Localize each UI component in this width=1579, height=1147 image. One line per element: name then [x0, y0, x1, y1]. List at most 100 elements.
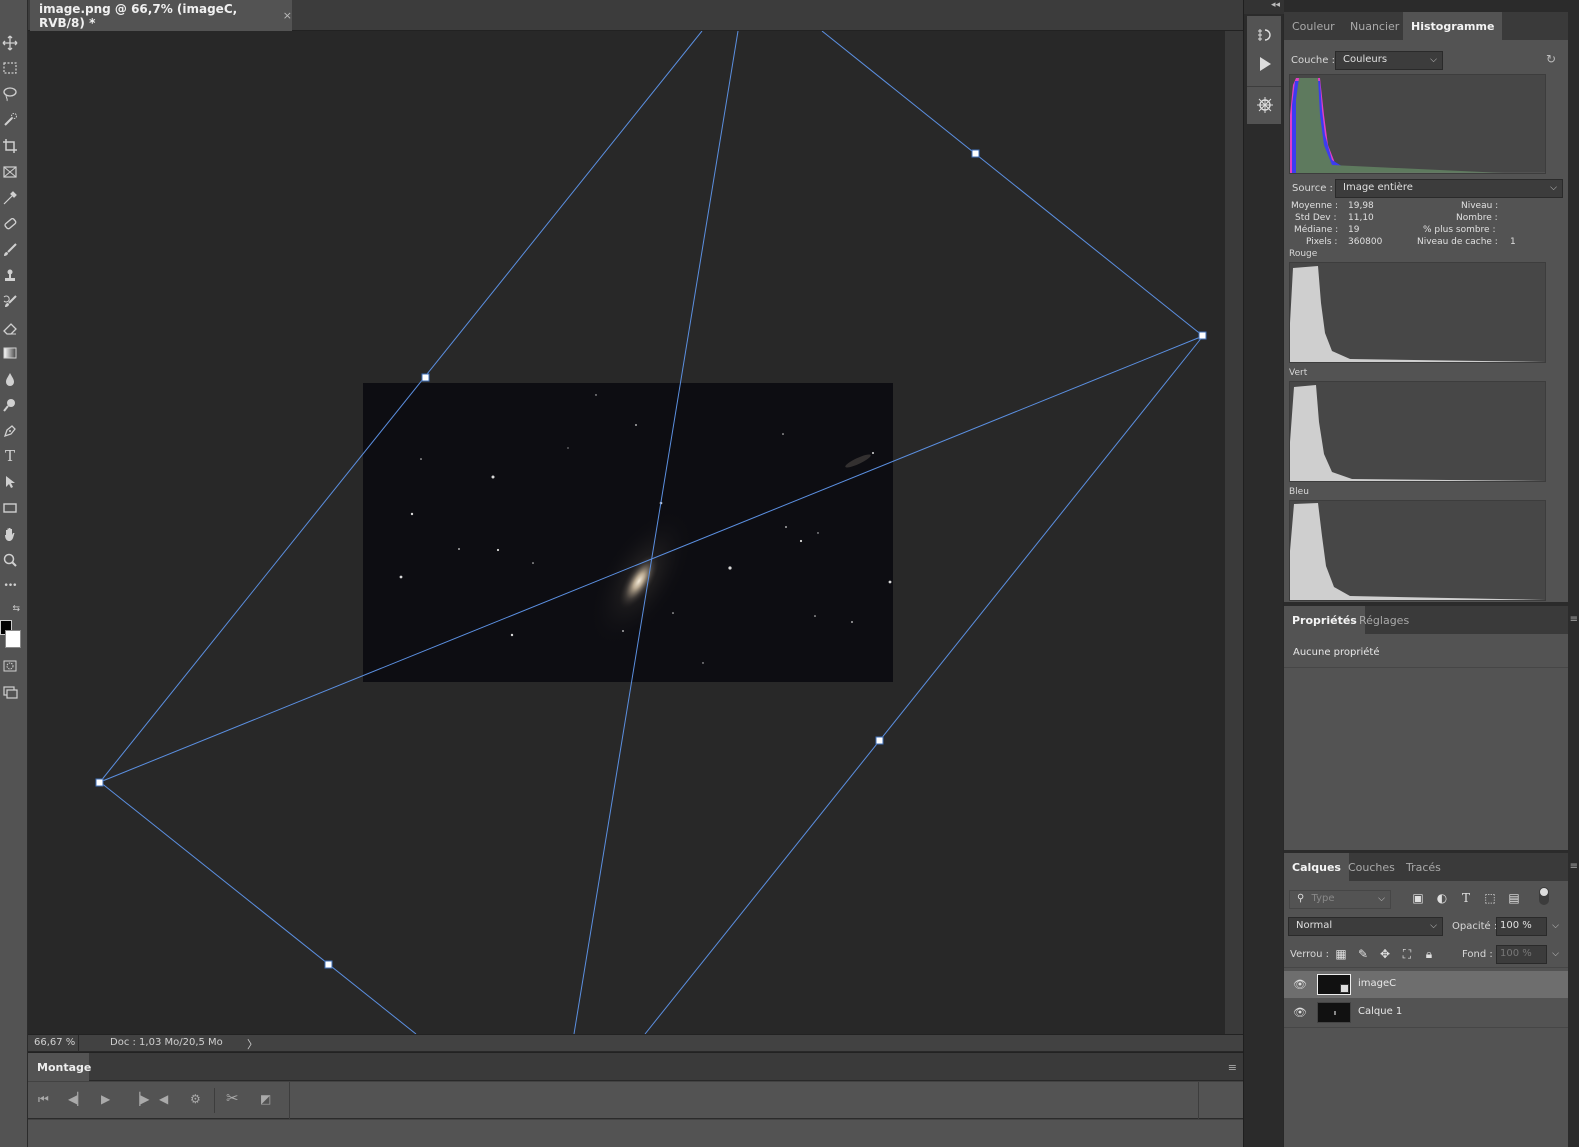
- quick-mask-icon[interactable]: [0, 656, 20, 676]
- stat-moyenne-label: Moyenne :: [1291, 201, 1338, 211]
- brush-tool-icon[interactable]: [0, 240, 20, 260]
- panel-menu-icon[interactable]: ≡: [1570, 861, 1578, 872]
- tab-histogramme[interactable]: Histogramme: [1403, 12, 1503, 40]
- chevron-right-icon[interactable]: 〉: [247, 1036, 258, 1052]
- healing-brush-tool-icon[interactable]: [0, 214, 20, 234]
- more-tools-icon[interactable]: •••: [0, 576, 20, 596]
- visibility-eye-icon[interactable]: 👁︎: [1293, 978, 1307, 991]
- quick-selection-tool-icon[interactable]: [0, 110, 20, 130]
- status-divider: [78, 1035, 79, 1052]
- lasso-tool-icon[interactable]: [0, 84, 20, 104]
- panel-menu-icon[interactable]: ≡: [1570, 614, 1578, 625]
- channel-select[interactable]: Couleurs ⌵: [1335, 51, 1443, 70]
- background-color-swatch[interactable]: [5, 630, 21, 648]
- transform-handle[interactable]: [875, 736, 884, 745]
- filter-toggle[interactable]: [1539, 887, 1549, 905]
- gradient-tool-icon[interactable]: [0, 343, 20, 363]
- layer-name[interactable]: Calque 1: [1358, 1006, 1402, 1017]
- pen-tool-icon[interactable]: [0, 421, 20, 441]
- lock-all-icon[interactable]: 🔒︎: [1421, 947, 1437, 963]
- fill-input[interactable]: 100 % ⌵: [1496, 945, 1559, 964]
- clone-stamp-tool-icon[interactable]: [0, 266, 20, 286]
- blur-tool-icon[interactable]: [0, 369, 20, 389]
- canvas-area[interactable]: [28, 31, 1225, 1034]
- layer-filter-input[interactable]: ⚲ Type ⌵: [1289, 890, 1391, 909]
- rectangle-tool-icon[interactable]: [0, 498, 20, 518]
- tab-traces[interactable]: Tracés: [1398, 853, 1449, 881]
- transition-icon[interactable]: ◩: [260, 1092, 271, 1106]
- settings-icon[interactable]: ⚙: [190, 1092, 201, 1106]
- eraser-tool-icon[interactable]: [0, 318, 20, 338]
- blue-histogram-graph: [1290, 503, 1545, 600]
- vertical-scrollbar[interactable]: [1225, 31, 1243, 1034]
- source-select[interactable]: Image entière ⌵: [1335, 179, 1563, 198]
- tab-couleur[interactable]: Couleur: [1284, 12, 1343, 40]
- panel-menu-icon[interactable]: ≡: [1228, 1061, 1237, 1074]
- history-icon[interactable]: [1255, 26, 1275, 46]
- previous-frame-icon[interactable]: ◀▏: [68, 1092, 86, 1106]
- tab-reglages[interactable]: Réglages: [1351, 606, 1417, 634]
- opacity-input[interactable]: 100 % ⌵: [1496, 917, 1559, 936]
- visibility-eye-icon[interactable]: 👁︎: [1293, 1006, 1307, 1019]
- collapse-panels-icon[interactable]: ◂◂: [1244, 0, 1284, 14]
- marquee-tool-icon[interactable]: [0, 58, 20, 78]
- layer-row-imagec[interactable]: 👁︎ imageC: [1284, 971, 1568, 998]
- history-brush-tool-icon[interactable]: [0, 292, 20, 312]
- move-tool-icon[interactable]: [0, 33, 20, 53]
- stat-cache-label: Niveau de cache :: [1417, 237, 1498, 247]
- blend-mode-value: Normal: [1296, 920, 1333, 931]
- next-frame-icon[interactable]: ▕▶: [131, 1092, 149, 1106]
- tab-couches[interactable]: Couches: [1340, 853, 1403, 881]
- tools-panel: T ••• ⇆: [0, 0, 28, 1147]
- channel-select-value: Couleurs: [1343, 54, 1388, 65]
- play-action-icon[interactable]: [1255, 55, 1275, 75]
- transform-handle[interactable]: [1198, 331, 1207, 340]
- transform-handle[interactable]: [421, 373, 430, 382]
- hand-tool-icon[interactable]: [0, 524, 20, 544]
- audio-icon[interactable]: ◀: [159, 1092, 168, 1106]
- swap-colors-icon[interactable]: ⇆: [0, 604, 20, 614]
- thumbnail-galaxy: [1334, 1011, 1336, 1015]
- path-selection-tool-icon[interactable]: [0, 472, 20, 492]
- stat-stddev-label: Std Dev :: [1295, 213, 1337, 223]
- layer-row-calque-1[interactable]: 👁︎ Calque 1: [1284, 999, 1568, 1026]
- lock-pixels-icon[interactable]: ✎: [1355, 947, 1371, 963]
- adjustment-layer-filter-icon[interactable]: ◐: [1434, 891, 1450, 907]
- layer-name[interactable]: imageC: [1358, 978, 1396, 989]
- zoom-tool-icon[interactable]: [0, 550, 20, 570]
- lock-transparency-icon[interactable]: ▦: [1333, 947, 1349, 963]
- transform-handle[interactable]: [971, 149, 980, 158]
- close-icon[interactable]: ×: [283, 9, 292, 22]
- eyedropper-tool-icon[interactable]: [0, 188, 20, 208]
- timeline-track-area[interactable]: [28, 1120, 1243, 1147]
- document-tab[interactable]: image.png @ 66,7% (imageC, RVB/8) * ×: [30, 0, 292, 31]
- stat-stddev-value: 11,10: [1348, 213, 1374, 223]
- tab-montage[interactable]: Montage: [28, 1053, 91, 1081]
- transform-handle[interactable]: [324, 960, 333, 969]
- transform-handle[interactable]: [95, 778, 104, 787]
- type-tool-icon[interactable]: T: [0, 446, 20, 466]
- type-layer-filter-icon[interactable]: T: [1458, 891, 1474, 907]
- shape-layer-filter-icon[interactable]: ⬚: [1482, 891, 1498, 907]
- blend-mode-select[interactable]: Normal ⌵: [1288, 917, 1443, 936]
- no-properties-text: Aucune propriété: [1293, 647, 1380, 658]
- frame-tool-icon[interactable]: [0, 162, 20, 182]
- right-panels: Couleur Nuancier Histogramme Couche : Co…: [1284, 0, 1579, 1147]
- dodge-tool-icon[interactable]: [0, 395, 20, 415]
- smart-object-filter-icon[interactable]: ▤: [1506, 891, 1522, 907]
- document-size: Doc : 1,03 Mo/20,5 Mo: [110, 1037, 223, 1048]
- lock-position-icon[interactable]: ✥: [1377, 947, 1393, 963]
- stat-sombre-label: % plus sombre :: [1423, 225, 1496, 235]
- zoom-level[interactable]: 66,67 %: [34, 1037, 75, 1048]
- first-frame-icon[interactable]: ⏮: [38, 1092, 49, 1107]
- pixel-layer-filter-icon[interactable]: ▣: [1410, 891, 1426, 907]
- transform-guides[interactable]: [28, 31, 1225, 1034]
- split-icon[interactable]: ✂: [226, 1089, 239, 1107]
- play-icon[interactable]: ▶: [101, 1092, 110, 1106]
- brush-settings-icon[interactable]: [1255, 96, 1275, 116]
- tab-nuancier[interactable]: Nuancier: [1342, 12, 1407, 40]
- screen-mode-icon[interactable]: [0, 682, 20, 702]
- refresh-icon[interactable]: ↻: [1546, 52, 1556, 66]
- lock-artboard-icon[interactable]: ⛶: [1399, 947, 1415, 963]
- crop-tool-icon[interactable]: [0, 136, 20, 156]
